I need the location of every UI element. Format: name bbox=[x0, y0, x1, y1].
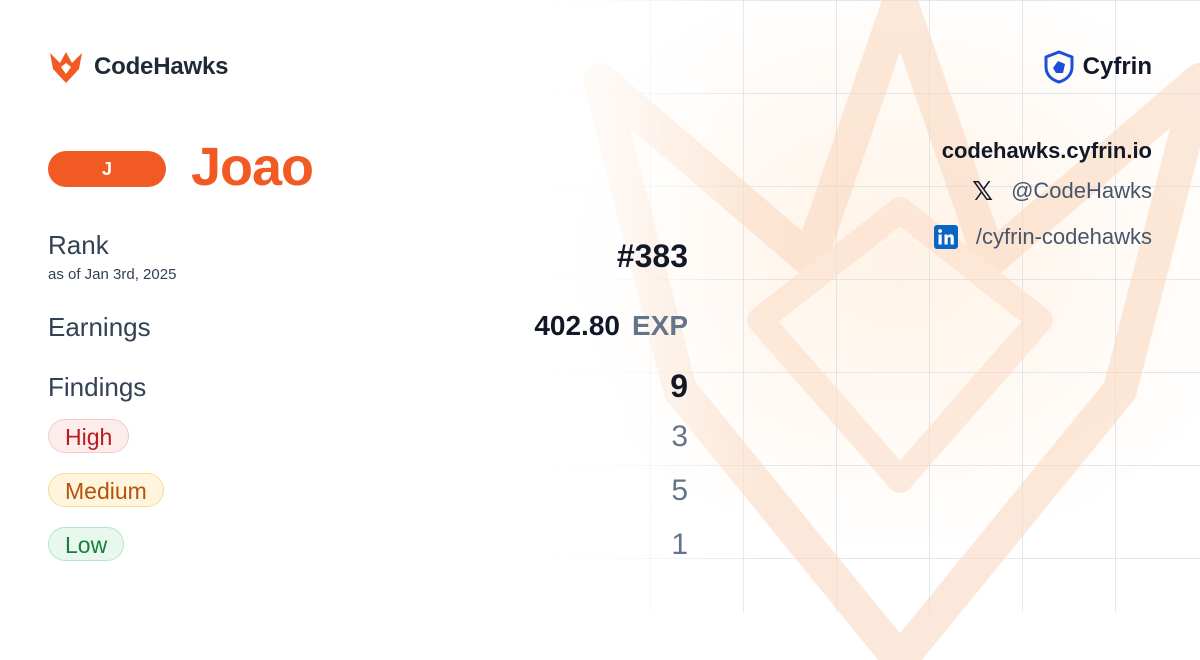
findings-label: Findings bbox=[48, 372, 147, 402]
rank-label: Rank bbox=[48, 230, 109, 260]
twitter-handle: @CodeHawks bbox=[1011, 178, 1152, 203]
linkedin-link[interactable]: /cyfrin-codehawks bbox=[933, 224, 1152, 250]
linkedin-handle: /cyfrin-codehawks bbox=[975, 224, 1152, 249]
severity-low-count: 1 bbox=[671, 528, 688, 561]
earnings-value-group: 402.80 EXP bbox=[534, 310, 688, 342]
user-name: Joao bbox=[191, 137, 314, 197]
codehawks-brand: CodeHawks bbox=[48, 50, 228, 84]
avatar: J bbox=[48, 151, 166, 187]
rank-value: #383 bbox=[616, 238, 688, 274]
hawk-logo-icon bbox=[50, 52, 82, 83]
partner-name: Cyfrin bbox=[1082, 53, 1152, 80]
linkedin-icon bbox=[933, 225, 958, 249]
x-icon: 𝕏 bbox=[972, 176, 994, 206]
twitter-link[interactable]: 𝕏 @CodeHawks bbox=[972, 178, 1152, 204]
severity-medium-count: 5 bbox=[671, 474, 688, 507]
severity-medium-badge: Medium bbox=[48, 473, 164, 507]
earnings-unit: EXP bbox=[631, 310, 688, 341]
brand-name: CodeHawks bbox=[94, 53, 229, 80]
severity-high-count: 3 bbox=[671, 420, 688, 453]
findings-total: 9 bbox=[670, 368, 688, 404]
earnings-label: Earnings bbox=[48, 312, 151, 342]
rank-date: as of Jan 3rd, 2025 bbox=[48, 266, 177, 283]
earnings-value: 402.80 bbox=[534, 310, 620, 341]
cyfrin-brand: Cyfrin bbox=[1043, 50, 1152, 84]
site-link[interactable]: codehawks.cyfrin.io bbox=[942, 138, 1152, 164]
background-fade bbox=[0, 0, 760, 612]
severity-low-badge: Low bbox=[48, 527, 125, 561]
cyfrin-shield-icon bbox=[1044, 50, 1074, 84]
severity-high-badge: High bbox=[48, 419, 130, 453]
